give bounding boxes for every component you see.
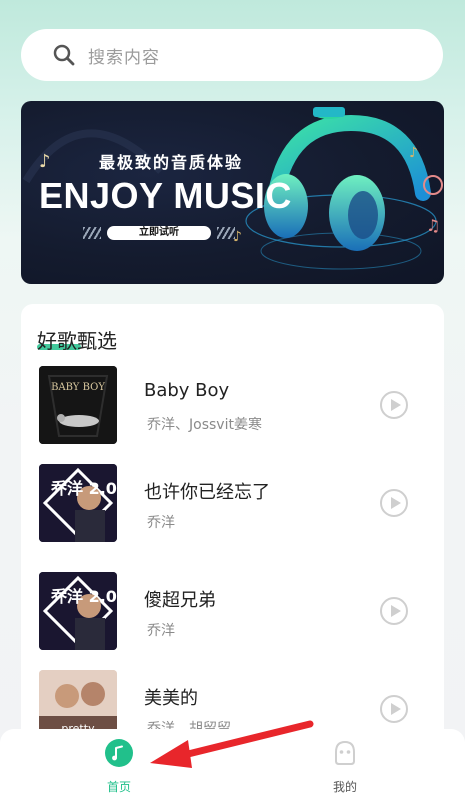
song-item[interactable]: BABY BOY Baby Boy 乔洋、Jossvit姜寒 (21, 366, 444, 446)
play-button[interactable] (380, 489, 408, 517)
banner-decoration-right (217, 227, 235, 239)
listen-now-button[interactable]: 立即试听 (107, 226, 211, 240)
song-title: Baby Boy (144, 380, 230, 401)
song-title: 美美的 (144, 688, 198, 709)
svg-text:♫: ♫ (426, 216, 440, 235)
song-artist: 乔洋、Jossvit姜寒 (147, 417, 262, 433)
album-cover: 乔洋 2.0 (39, 572, 117, 650)
featured-songs-card: 好歌甄选 BABY BOY Baby Boy 乔洋、Jossvit姜寒 乔洋 2… (21, 304, 444, 744)
play-button[interactable] (380, 695, 408, 723)
svg-text:♪: ♪ (409, 145, 418, 161)
tab-mine-label: 我的 (332, 780, 357, 794)
song-artist: 乔洋 (147, 515, 175, 531)
album-cover: BABY BOY (39, 366, 117, 444)
svg-text:♪: ♪ (39, 151, 51, 172)
song-title: 也许你已经忘了 (144, 482, 270, 503)
album-cover: 乔洋 2.0 (39, 464, 117, 542)
cover-text: BABY BOY (51, 382, 105, 393)
search-icon (53, 44, 75, 66)
red-arrow-annotation (150, 720, 314, 768)
banner-title: ENJOY MUSIC (39, 175, 292, 216)
music-note-icon (105, 739, 133, 767)
play-button[interactable] (380, 597, 408, 625)
play-button[interactable] (380, 391, 408, 419)
search-placeholder: 搜索内容 (88, 47, 160, 68)
song-title: 傻超兄弟 (144, 590, 216, 611)
song-artist: 乔洋 (147, 623, 175, 639)
section-title: 好歌甄选 (37, 329, 117, 353)
promo-banner[interactable]: ♪ ♪ ♫ ♪ 最极致的音质体验 ENJOY MUSIC 立即试听 (21, 101, 444, 284)
banner-decoration-left (83, 227, 101, 239)
song-item[interactable]: 乔洋 2.0 傻超兄弟 乔洋 (21, 572, 444, 652)
tab-home-label: 首页 (106, 780, 131, 794)
song-item[interactable]: 乔洋 2.0 也许你已经忘了 乔洋 (21, 464, 444, 544)
banner-subtitle: 最极致的音质体验 (99, 153, 244, 172)
tab-mine[interactable]: 我的 (305, 739, 385, 795)
cover-text: 乔洋 2.0 (50, 587, 117, 606)
search-bar[interactable]: 搜索内容 (21, 29, 443, 81)
cover-text: 乔洋 2.0 (50, 479, 117, 498)
profile-icon (335, 740, 355, 765)
